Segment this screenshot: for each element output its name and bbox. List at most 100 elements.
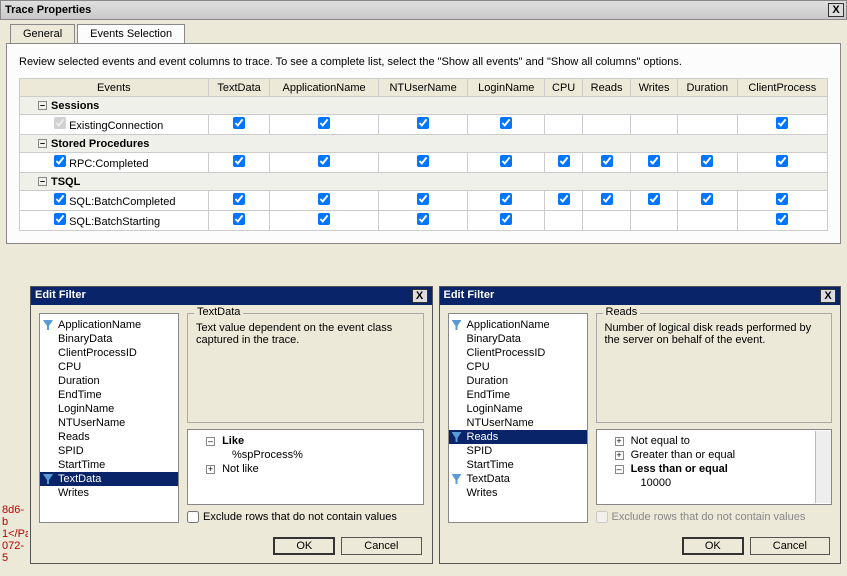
scrollbar[interactable] <box>815 431 831 503</box>
expand-icon[interactable]: + <box>615 451 624 460</box>
cell-check[interactable] <box>318 213 330 225</box>
cell-check[interactable] <box>776 193 788 205</box>
row-check[interactable] <box>54 213 66 225</box>
tree-node-like[interactable]: Like <box>222 435 244 447</box>
col-cpu[interactable]: CPU <box>545 79 583 97</box>
cell-check[interactable] <box>648 193 660 205</box>
collapse-icon[interactable]: – <box>38 177 47 186</box>
expand-icon[interactable]: + <box>206 465 215 474</box>
column-list[interactable]: ApplicationName BinaryData ClientProcess… <box>448 313 588 523</box>
condition-tree[interactable]: + Not equal to + Greater than or equal –… <box>596 429 833 505</box>
col-writes[interactable]: Writes <box>631 79 678 97</box>
cell-check[interactable] <box>417 117 429 129</box>
list-item[interactable]: Reads <box>40 430 178 444</box>
collapse-icon[interactable]: – <box>206 437 215 446</box>
tree-node-neq[interactable]: Not equal to <box>631 435 690 447</box>
cell-check[interactable] <box>318 155 330 167</box>
events-grid[interactable]: Events TextData ApplicationName NTUserNa… <box>19 78 828 231</box>
tree-node-gte[interactable]: Greater than or equal <box>631 449 736 461</box>
col-appname[interactable]: ApplicationName <box>270 79 378 97</box>
tab-events-selection[interactable]: Events Selection <box>77 24 185 43</box>
list-item[interactable]: StartTime <box>40 458 178 472</box>
list-item[interactable]: ClientProcessID <box>40 346 178 360</box>
col-login[interactable]: LoginName <box>468 79 545 97</box>
row-check[interactable] <box>54 155 66 167</box>
cell-check[interactable] <box>500 155 512 167</box>
col-events[interactable]: Events <box>20 79 209 97</box>
cell-check[interactable] <box>318 117 330 129</box>
list-item[interactable]: Writes <box>449 486 587 500</box>
ok-button[interactable]: OK <box>682 537 744 555</box>
list-item[interactable]: NTUserName <box>449 416 587 430</box>
col-clientprocess[interactable]: ClientProcess <box>737 79 827 97</box>
list-item[interactable]: LoginName <box>40 402 178 416</box>
list-item[interactable]: BinaryData <box>40 332 178 346</box>
col-textdata[interactable]: TextData <box>208 79 270 97</box>
list-item-selected[interactable]: TextData <box>40 472 178 486</box>
close-icon[interactable]: X <box>828 3 844 17</box>
list-item[interactable]: CPU <box>449 360 587 374</box>
cell-check[interactable] <box>417 213 429 225</box>
list-item[interactable]: EndTime <box>449 388 587 402</box>
cell-check[interactable] <box>233 213 245 225</box>
cell-check[interactable] <box>601 155 613 167</box>
close-icon[interactable]: X <box>412 289 428 303</box>
close-icon[interactable]: X <box>820 289 836 303</box>
cell-check[interactable] <box>701 193 713 205</box>
col-duration[interactable]: Duration <box>678 79 737 97</box>
cell-check[interactable] <box>558 155 570 167</box>
collapse-icon[interactable]: – <box>38 101 47 110</box>
cell-check[interactable] <box>776 155 788 167</box>
list-item[interactable]: ClientProcessID <box>449 346 587 360</box>
list-item[interactable]: ApplicationName <box>40 318 178 332</box>
cell-check[interactable] <box>233 193 245 205</box>
ok-button[interactable]: OK <box>273 537 335 555</box>
row-check[interactable] <box>54 193 66 205</box>
cell-check[interactable] <box>500 117 512 129</box>
cancel-button[interactable]: Cancel <box>341 537 421 555</box>
list-item[interactable]: StartTime <box>449 458 587 472</box>
tree-node-lte[interactable]: Less than or equal <box>631 463 728 475</box>
cell-check[interactable] <box>233 155 245 167</box>
cell-check[interactable] <box>601 193 613 205</box>
list-item[interactable]: NTUserName <box>40 416 178 430</box>
list-item[interactable]: Duration <box>40 374 178 388</box>
category-sessions: Sessions <box>51 100 99 112</box>
tree-node-notlike[interactable]: Not like <box>222 463 259 475</box>
cell-check[interactable] <box>417 155 429 167</box>
exclude-checkbox[interactable]: Exclude rows that do not contain values <box>187 511 424 523</box>
list-item[interactable]: BinaryData <box>449 332 587 346</box>
list-item-selected[interactable]: Reads <box>449 430 587 444</box>
collapse-icon[interactable]: – <box>615 465 624 474</box>
cell-check[interactable] <box>648 155 660 167</box>
dialog-title: Edit Filter <box>35 289 86 303</box>
list-item[interactable]: LoginName <box>449 402 587 416</box>
cell-check[interactable] <box>776 117 788 129</box>
cell-check[interactable] <box>500 193 512 205</box>
list-item[interactable]: EndTime <box>40 388 178 402</box>
cancel-button[interactable]: Cancel <box>750 537 830 555</box>
condition-tree[interactable]: – Like %spProcess% + Not like <box>187 429 424 505</box>
cell-check[interactable] <box>318 193 330 205</box>
col-ntuser[interactable]: NTUserName <box>378 79 468 97</box>
list-item[interactable]: SPID <box>40 444 178 458</box>
cell-check[interactable] <box>558 193 570 205</box>
list-item[interactable]: TextData <box>449 472 587 486</box>
cell-check[interactable] <box>417 193 429 205</box>
list-item[interactable]: CPU <box>40 360 178 374</box>
tab-general[interactable]: General <box>10 24 75 43</box>
list-item[interactable]: ApplicationName <box>449 318 587 332</box>
cell-check[interactable] <box>701 155 713 167</box>
cell-check[interactable] <box>500 213 512 225</box>
expand-icon[interactable]: + <box>615 437 624 446</box>
tree-value[interactable]: %spProcess% <box>192 448 419 462</box>
list-item[interactable]: Duration <box>449 374 587 388</box>
collapse-icon[interactable]: – <box>38 139 47 148</box>
cell-check[interactable] <box>776 213 788 225</box>
column-list[interactable]: ApplicationName BinaryData ClientProcess… <box>39 313 179 523</box>
tree-value[interactable]: 10000 <box>601 476 828 490</box>
cell-check[interactable] <box>233 117 245 129</box>
list-item[interactable]: Writes <box>40 486 178 500</box>
col-reads[interactable]: Reads <box>583 79 631 97</box>
list-item[interactable]: SPID <box>449 444 587 458</box>
